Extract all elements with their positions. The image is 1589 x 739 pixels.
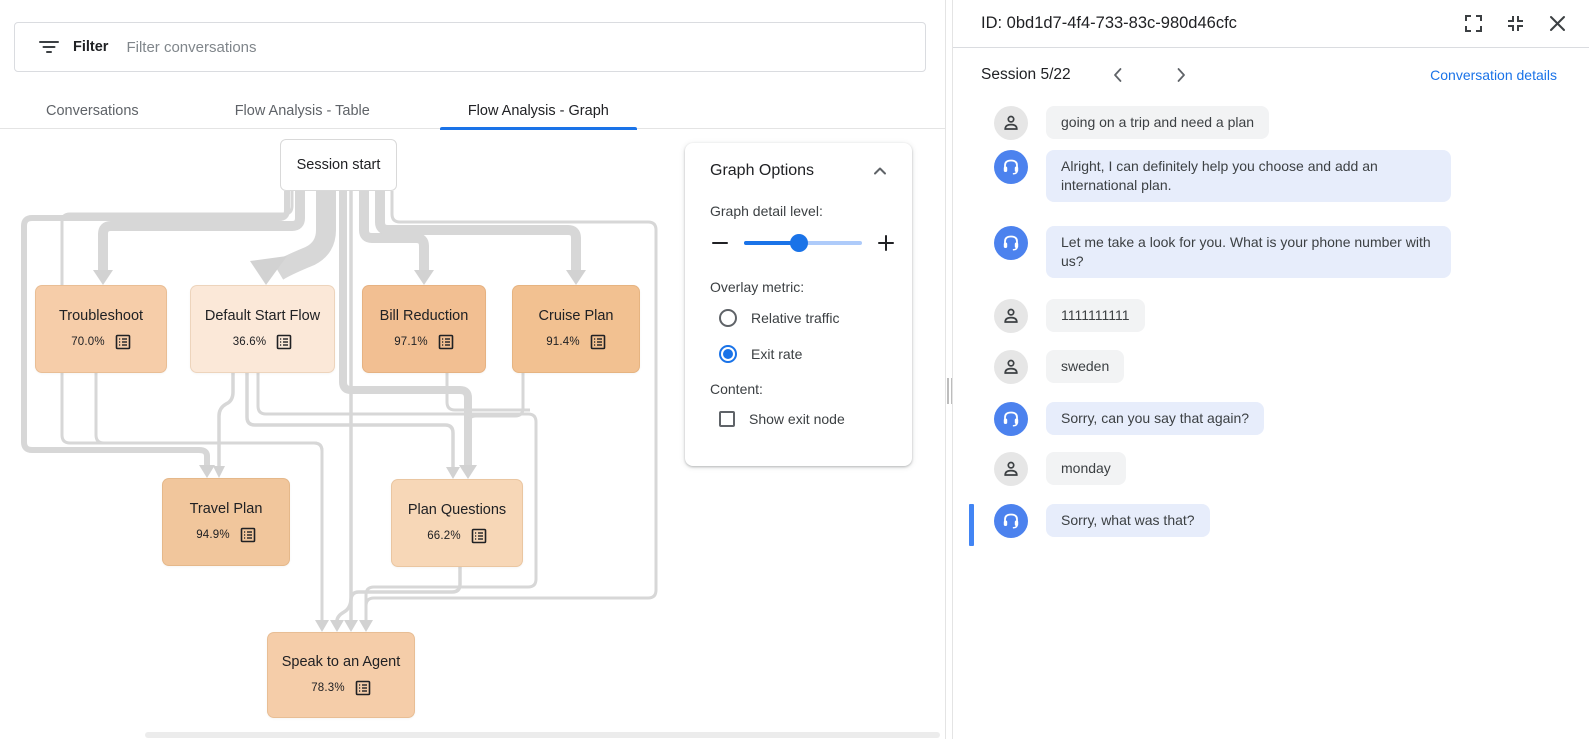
filter-input[interactable]: Filter conversations [126, 39, 256, 56]
message-bubble[interactable]: Let me take a look for you. What is your… [1046, 226, 1451, 278]
node-details-list-icon[interactable] [590, 334, 606, 350]
tab-flow-analysis-graph[interactable]: Flow Analysis - Graph [440, 92, 637, 129]
collapse-chevron-up-icon[interactable] [870, 161, 890, 181]
exit-fullscreen-icon[interactable] [1506, 14, 1525, 33]
node-label: Speak to an Agent [282, 654, 401, 670]
node-travel-plan[interactable]: Travel Plan 94.9% [162, 478, 290, 566]
node-details-list-icon[interactable] [438, 334, 454, 350]
message-row[interactable]: 1111111111 [953, 299, 1589, 333]
message-bubble[interactable]: going on a trip and need a plan [1046, 106, 1269, 139]
node-label: Bill Reduction [380, 308, 469, 324]
radio-exit-rate[interactable]: Exit rate [719, 345, 896, 363]
node-label: Default Start Flow [205, 308, 320, 324]
message-row[interactable]: monday [953, 452, 1589, 486]
checkbox-show-exit-node[interactable]: Show exit node [719, 411, 896, 427]
session-counter: Session 5/22 [981, 66, 1071, 84]
filter-icon [39, 37, 59, 57]
bot-headset-avatar-icon [994, 226, 1028, 260]
app-root: Filter Filter conversations Conversation… [0, 0, 1589, 739]
node-details-list-icon[interactable] [240, 527, 256, 543]
exit-rate-value: 66.2% [427, 530, 461, 542]
slider-thumb[interactable] [790, 234, 808, 252]
message-row[interactable]: Sorry, can you say that again? [953, 402, 1589, 436]
detail-header: ID: 0bd1d7-4f4-733-83c-980d46cfc [953, 0, 1589, 48]
node-session-start[interactable]: Session start [280, 139, 397, 191]
filter-label: Filter [73, 39, 108, 55]
tab-flow-analysis-table[interactable]: Flow Analysis - Table [207, 92, 398, 129]
message-row[interactable]: Alright, I can definitely help you choos… [953, 150, 1589, 202]
exit-rate-value: 70.0% [71, 336, 105, 348]
graph-detail-level-label: Graph detail level: [710, 203, 896, 219]
node-label: Session start [297, 157, 381, 173]
radio-circle-selected[interactable] [719, 345, 737, 363]
message-bubble[interactable]: Alright, I can definitely help you choos… [1046, 150, 1451, 202]
graph-detail-slider-row [710, 233, 896, 253]
exit-rate-value: 91.4% [546, 336, 580, 348]
message-row[interactable]: going on a trip and need a plan [953, 106, 1589, 140]
flow-analysis-panel: Filter Filter conversations Conversation… [0, 0, 946, 739]
exit-rate-value: 97.1% [394, 336, 428, 348]
radio-circle[interactable] [719, 309, 737, 327]
message-row-selected[interactable]: Sorry, what was that? [953, 504, 1589, 538]
exit-rate-value: 78.3% [311, 682, 345, 694]
radio-relative-traffic[interactable]: Relative traffic [719, 309, 896, 327]
node-default-start-flow[interactable]: Default Start Flow 36.6% [190, 285, 335, 373]
flow-graph-canvas[interactable]: Session start Troubleshoot 70.0% Default… [0, 130, 946, 739]
message-bubble[interactable]: Sorry, what was that? [1046, 504, 1210, 537]
content-label: Content: [710, 381, 896, 397]
node-label: Travel Plan [190, 501, 263, 517]
checkbox-box[interactable] [719, 411, 735, 427]
exit-rate-value: 94.9% [196, 529, 230, 541]
node-plan-questions[interactable]: Plan Questions 66.2% [391, 479, 523, 567]
graph-options-panel: Graph Options Graph detail level: Overla… [685, 143, 912, 466]
overlay-metric-label: Overlay metric: [710, 279, 896, 295]
tab-bar: Conversations Flow Analysis - Table Flow… [0, 92, 946, 129]
conversation-details-link[interactable]: Conversation details [1430, 67, 1557, 83]
bot-headset-avatar-icon [994, 150, 1028, 184]
divider-grip-handle[interactable] [947, 378, 952, 404]
zoom-in-plus-button[interactable] [876, 233, 896, 253]
node-label: Plan Questions [408, 502, 506, 518]
filter-bar[interactable]: Filter Filter conversations [14, 22, 926, 72]
node-cruise-plan[interactable]: Cruise Plan 91.4% [512, 285, 640, 373]
session-nav-row: Session 5/22 Conversation details [953, 56, 1589, 94]
user-avatar-icon [994, 452, 1028, 486]
zoom-out-minus-button[interactable] [710, 233, 730, 253]
close-icon[interactable] [1548, 14, 1567, 33]
node-details-list-icon[interactable] [471, 528, 487, 544]
message-bubble[interactable]: Sorry, can you say that again? [1046, 402, 1264, 435]
panel-resize-divider[interactable] [946, 0, 953, 739]
node-details-list-icon[interactable] [276, 334, 292, 350]
user-avatar-icon [994, 106, 1028, 140]
selected-message-indicator [969, 504, 974, 546]
previous-session-button[interactable] [1107, 64, 1129, 86]
message-row[interactable]: sweden [953, 350, 1589, 384]
node-label: Cruise Plan [539, 308, 614, 324]
message-bubble[interactable]: monday [1046, 452, 1126, 485]
node-troubleshoot[interactable]: Troubleshoot 70.0% [35, 285, 167, 373]
node-details-list-icon[interactable] [115, 334, 131, 350]
message-row[interactable]: Let me take a look for you. What is your… [953, 226, 1589, 278]
node-label: Troubleshoot [59, 308, 143, 324]
user-avatar-icon [994, 350, 1028, 384]
bot-headset-avatar-icon [994, 402, 1028, 436]
exit-rate-value: 36.6% [233, 336, 267, 348]
message-bubble[interactable]: 1111111111 [1046, 299, 1145, 332]
node-details-list-icon[interactable] [355, 680, 371, 696]
horizontal-scrollbar[interactable] [145, 732, 940, 738]
message-bubble[interactable]: sweden [1046, 350, 1124, 383]
tab-conversations[interactable]: Conversations [18, 92, 167, 129]
bot-headset-avatar-icon [994, 504, 1028, 538]
user-avatar-icon [994, 299, 1028, 333]
node-speak-to-an-agent[interactable]: Speak to an Agent 78.3% [267, 632, 415, 718]
node-bill-reduction[interactable]: Bill Reduction 97.1% [362, 285, 486, 373]
next-session-button[interactable] [1170, 64, 1192, 86]
fullscreen-icon[interactable] [1464, 14, 1483, 33]
graph-options-title: Graph Options [710, 162, 814, 180]
conversation-id: ID: 0bd1d7-4f4-733-83c-980d46cfc [981, 14, 1464, 33]
conversation-detail-panel: ID: 0bd1d7-4f4-733-83c-980d46cfc Session… [953, 0, 1589, 739]
